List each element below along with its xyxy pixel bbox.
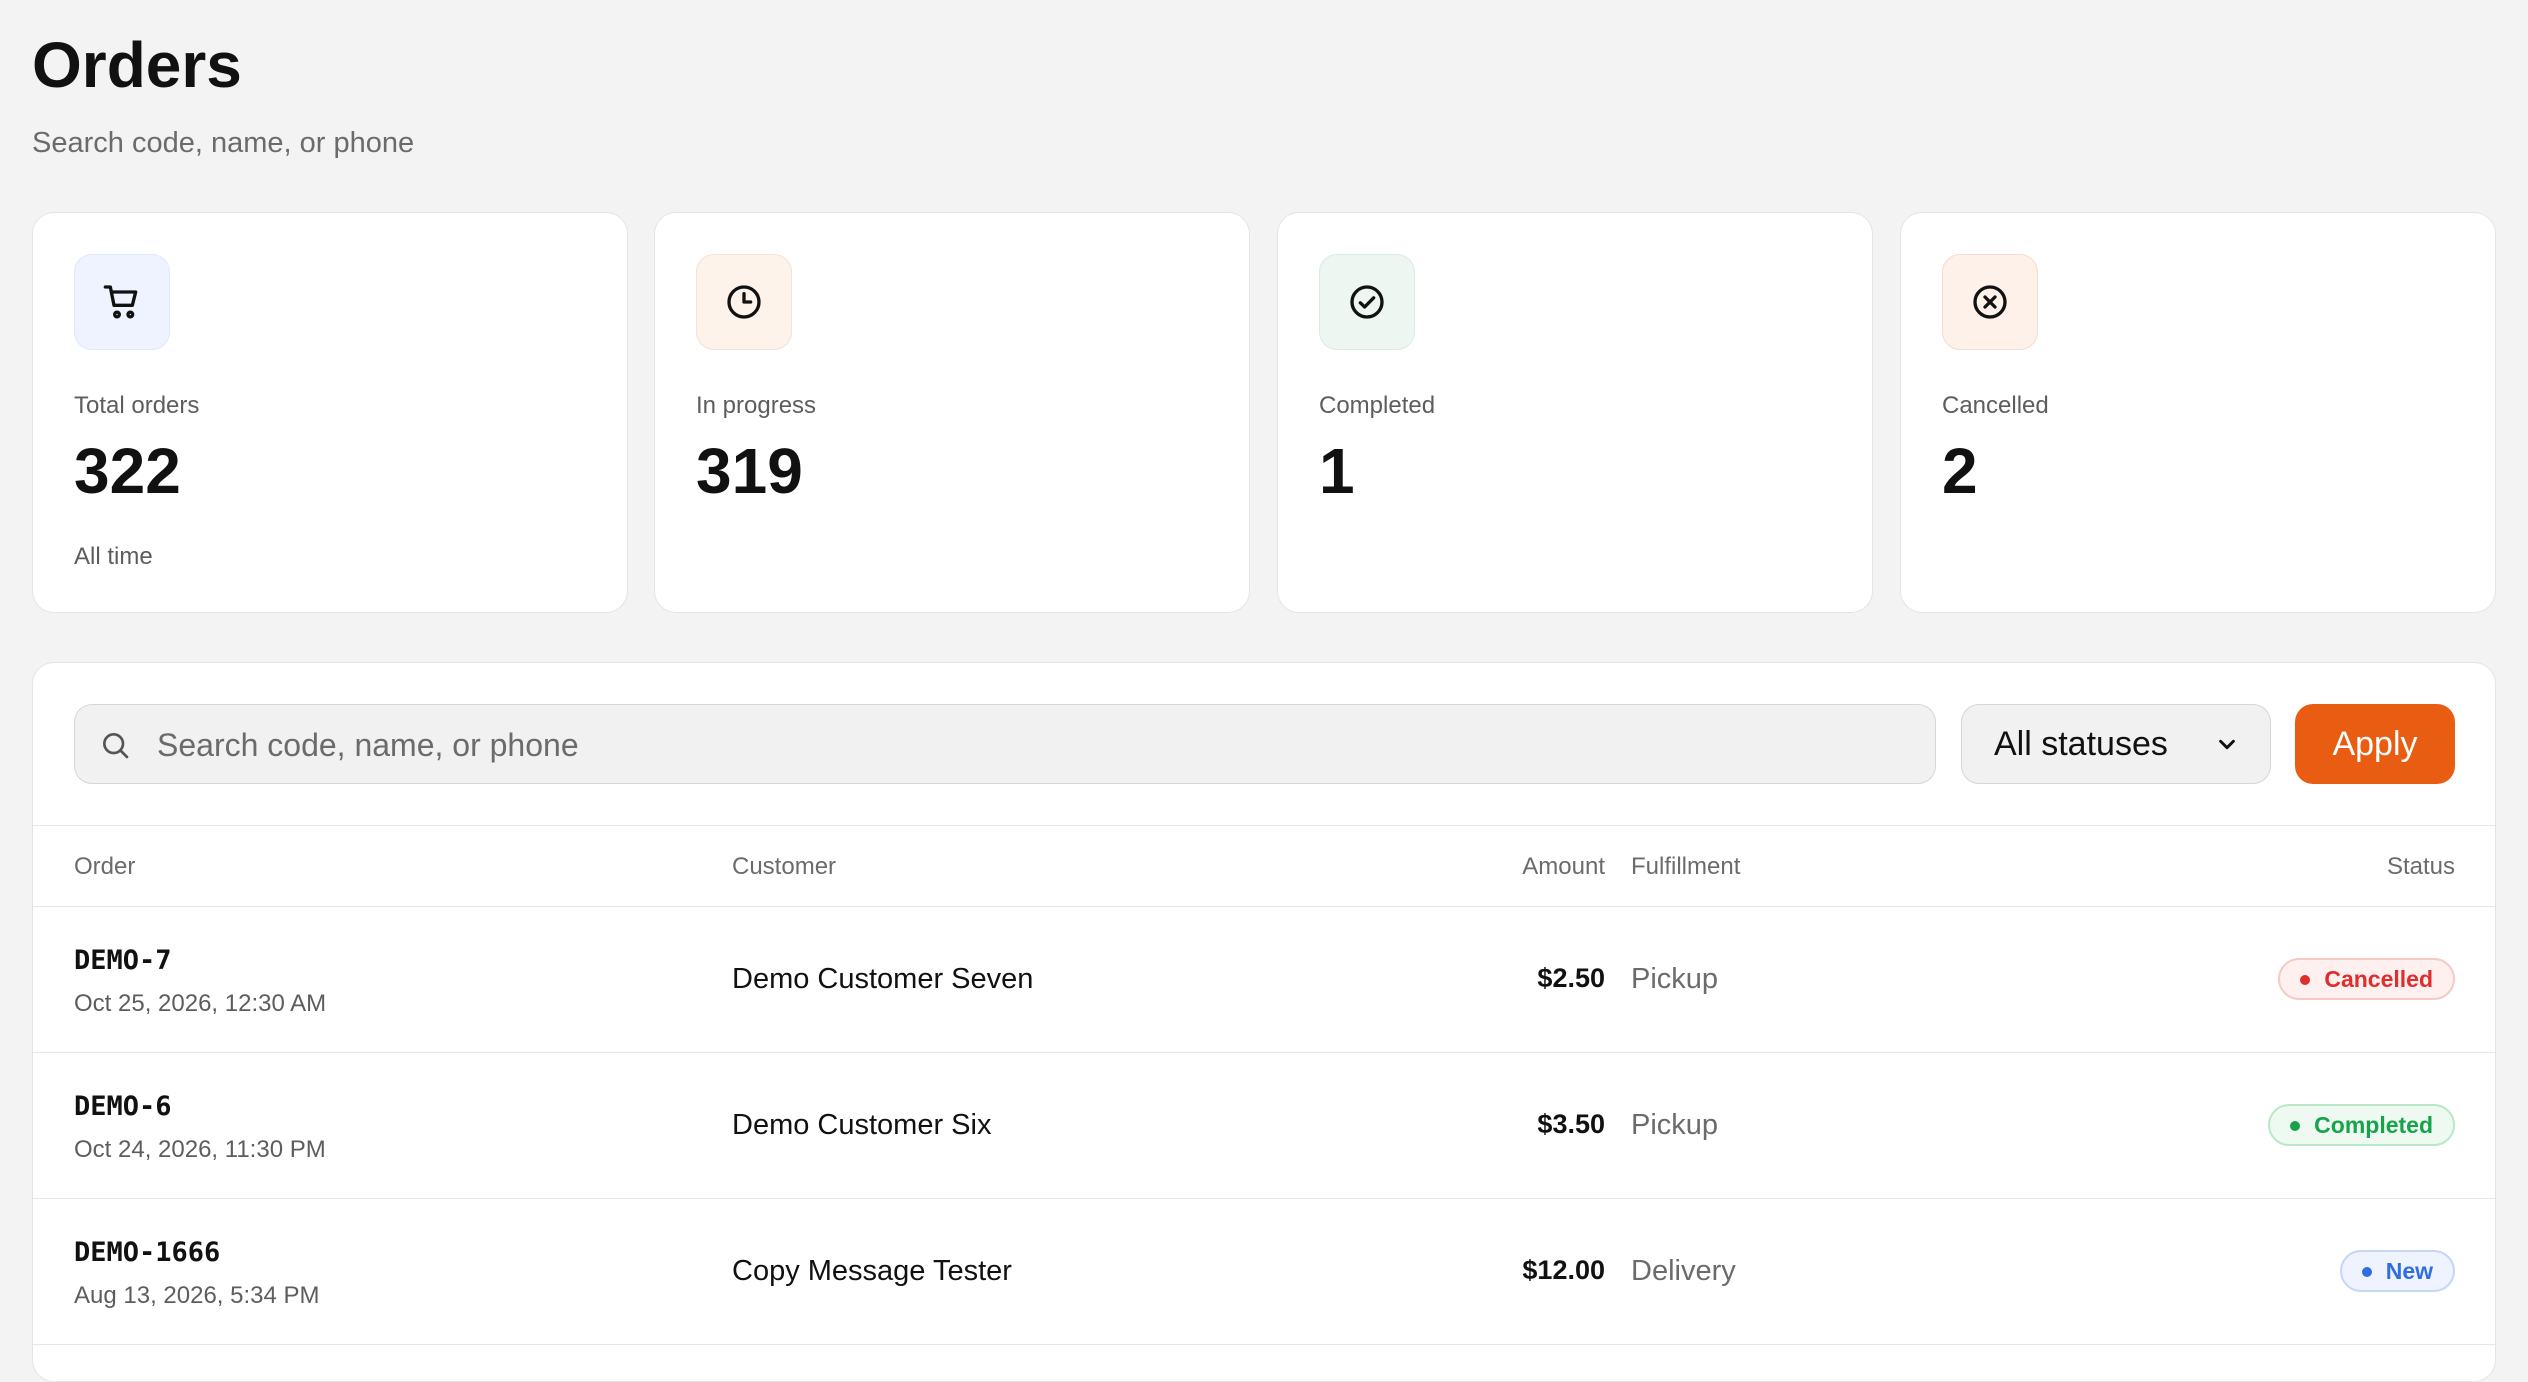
status-badge-label: Cancelled (2324, 965, 2433, 992)
order-date: Oct 25, 2026, 12:30 AM (74, 990, 327, 1017)
column-header-customer[interactable]: Customer (732, 853, 836, 881)
column-header-order[interactable]: Order (74, 853, 135, 881)
table-row[interactable]: DEMO-6 Oct 24, 2026, 11:30 PM Demo Custo… (33, 1053, 2495, 1199)
stat-card-cancelled: Cancelled 2 (1900, 212, 2496, 613)
orders-table-panel: All statuses Apply Order Customer Amount… (32, 662, 2496, 1382)
status-badge: New (2339, 1250, 2455, 1292)
page-subtitle: Search code, name, or phone (32, 127, 415, 159)
customer-name: Demo Customer Seven (732, 963, 1034, 995)
customer-name: Copy Message Tester (732, 1255, 1012, 1287)
fulfillment-type: Pickup (1631, 963, 1719, 995)
stat-card-in-progress: In progress 319 (654, 212, 1250, 613)
stat-value: 319 (696, 435, 803, 507)
search-input[interactable] (155, 705, 1919, 785)
chevron-down-icon (2219, 739, 2235, 750)
search-box (74, 704, 1936, 785)
order-date: Oct 24, 2026, 11:30 PM (74, 1136, 326, 1163)
status-badge: Completed (2268, 1104, 2455, 1146)
orders-page: Orders Search code, name, or phone Total… (0, 0, 2528, 1382)
order-amount: $3.50 (1537, 1109, 1605, 1139)
apply-button[interactable]: Apply (2295, 704, 2455, 784)
stat-label: In progress (696, 392, 817, 419)
status-select-value: All statuses (1994, 724, 2168, 763)
search-icon (103, 733, 129, 759)
status-dot-icon (2300, 975, 2311, 985)
status-dot-icon (2361, 1267, 2372, 1277)
stat-card-completed: Completed 1 (1277, 212, 1873, 613)
stats-row: Total orders 322 All time In progress 31… (32, 212, 2496, 613)
table-row[interactable]: DEMO-7 Oct 25, 2026, 12:30 AM Demo Custo… (33, 907, 2495, 1053)
cart-icon (103, 285, 138, 319)
status-badge-label: New (2385, 1257, 2433, 1284)
column-header-status[interactable]: Status (2387, 853, 2455, 881)
status-dot-icon (2290, 1121, 2301, 1131)
stat-icon-box (1942, 254, 2038, 350)
stat-label: Cancelled (1942, 392, 2049, 419)
status-filter-select[interactable]: All statuses (1961, 704, 2271, 784)
order-amount: $12.00 (1522, 1255, 1605, 1285)
stat-icon-box (696, 254, 792, 350)
x-circle-icon (1973, 285, 2007, 319)
status-badge-label: Completed (2314, 1111, 2433, 1138)
table-row[interactable]: DEMO-1666 Aug 13, 2026, 5:34 PM Copy Mes… (33, 1199, 2495, 1345)
stat-icon-box (1319, 254, 1415, 350)
stat-value: 322 (74, 435, 181, 507)
table-header: Order Customer Amount Fulfillment Status (33, 825, 2495, 907)
stat-value: 1 (1319, 435, 1355, 507)
page-title: Orders (32, 29, 242, 101)
order-date: Aug 13, 2026, 5:34 PM (74, 1282, 320, 1309)
stat-value: 2 (1942, 435, 1978, 507)
order-code[interactable]: DEMO-6 (74, 1091, 172, 1122)
stat-card-total: Total orders 322 All time (32, 212, 628, 613)
stat-label: Completed (1319, 392, 1436, 419)
column-header-fulfillment[interactable]: Fulfillment (1631, 853, 1740, 881)
order-amount: $2.50 (1537, 963, 1605, 993)
order-code[interactable]: DEMO-1666 (74, 1237, 220, 1268)
fulfillment-type: Delivery (1631, 1255, 1736, 1287)
customer-name: Demo Customer Six (732, 1109, 992, 1141)
status-badge: Cancelled (2278, 958, 2455, 1000)
clock-icon (727, 285, 761, 319)
stat-label: Total orders (74, 392, 200, 419)
stat-note: All time (74, 543, 153, 570)
order-code[interactable]: DEMO-7 (74, 945, 172, 976)
check-circle-icon (1350, 285, 1384, 319)
stat-icon-box (74, 254, 170, 350)
fulfillment-type: Pickup (1631, 1109, 1719, 1141)
column-header-amount[interactable]: Amount (1522, 853, 1605, 881)
